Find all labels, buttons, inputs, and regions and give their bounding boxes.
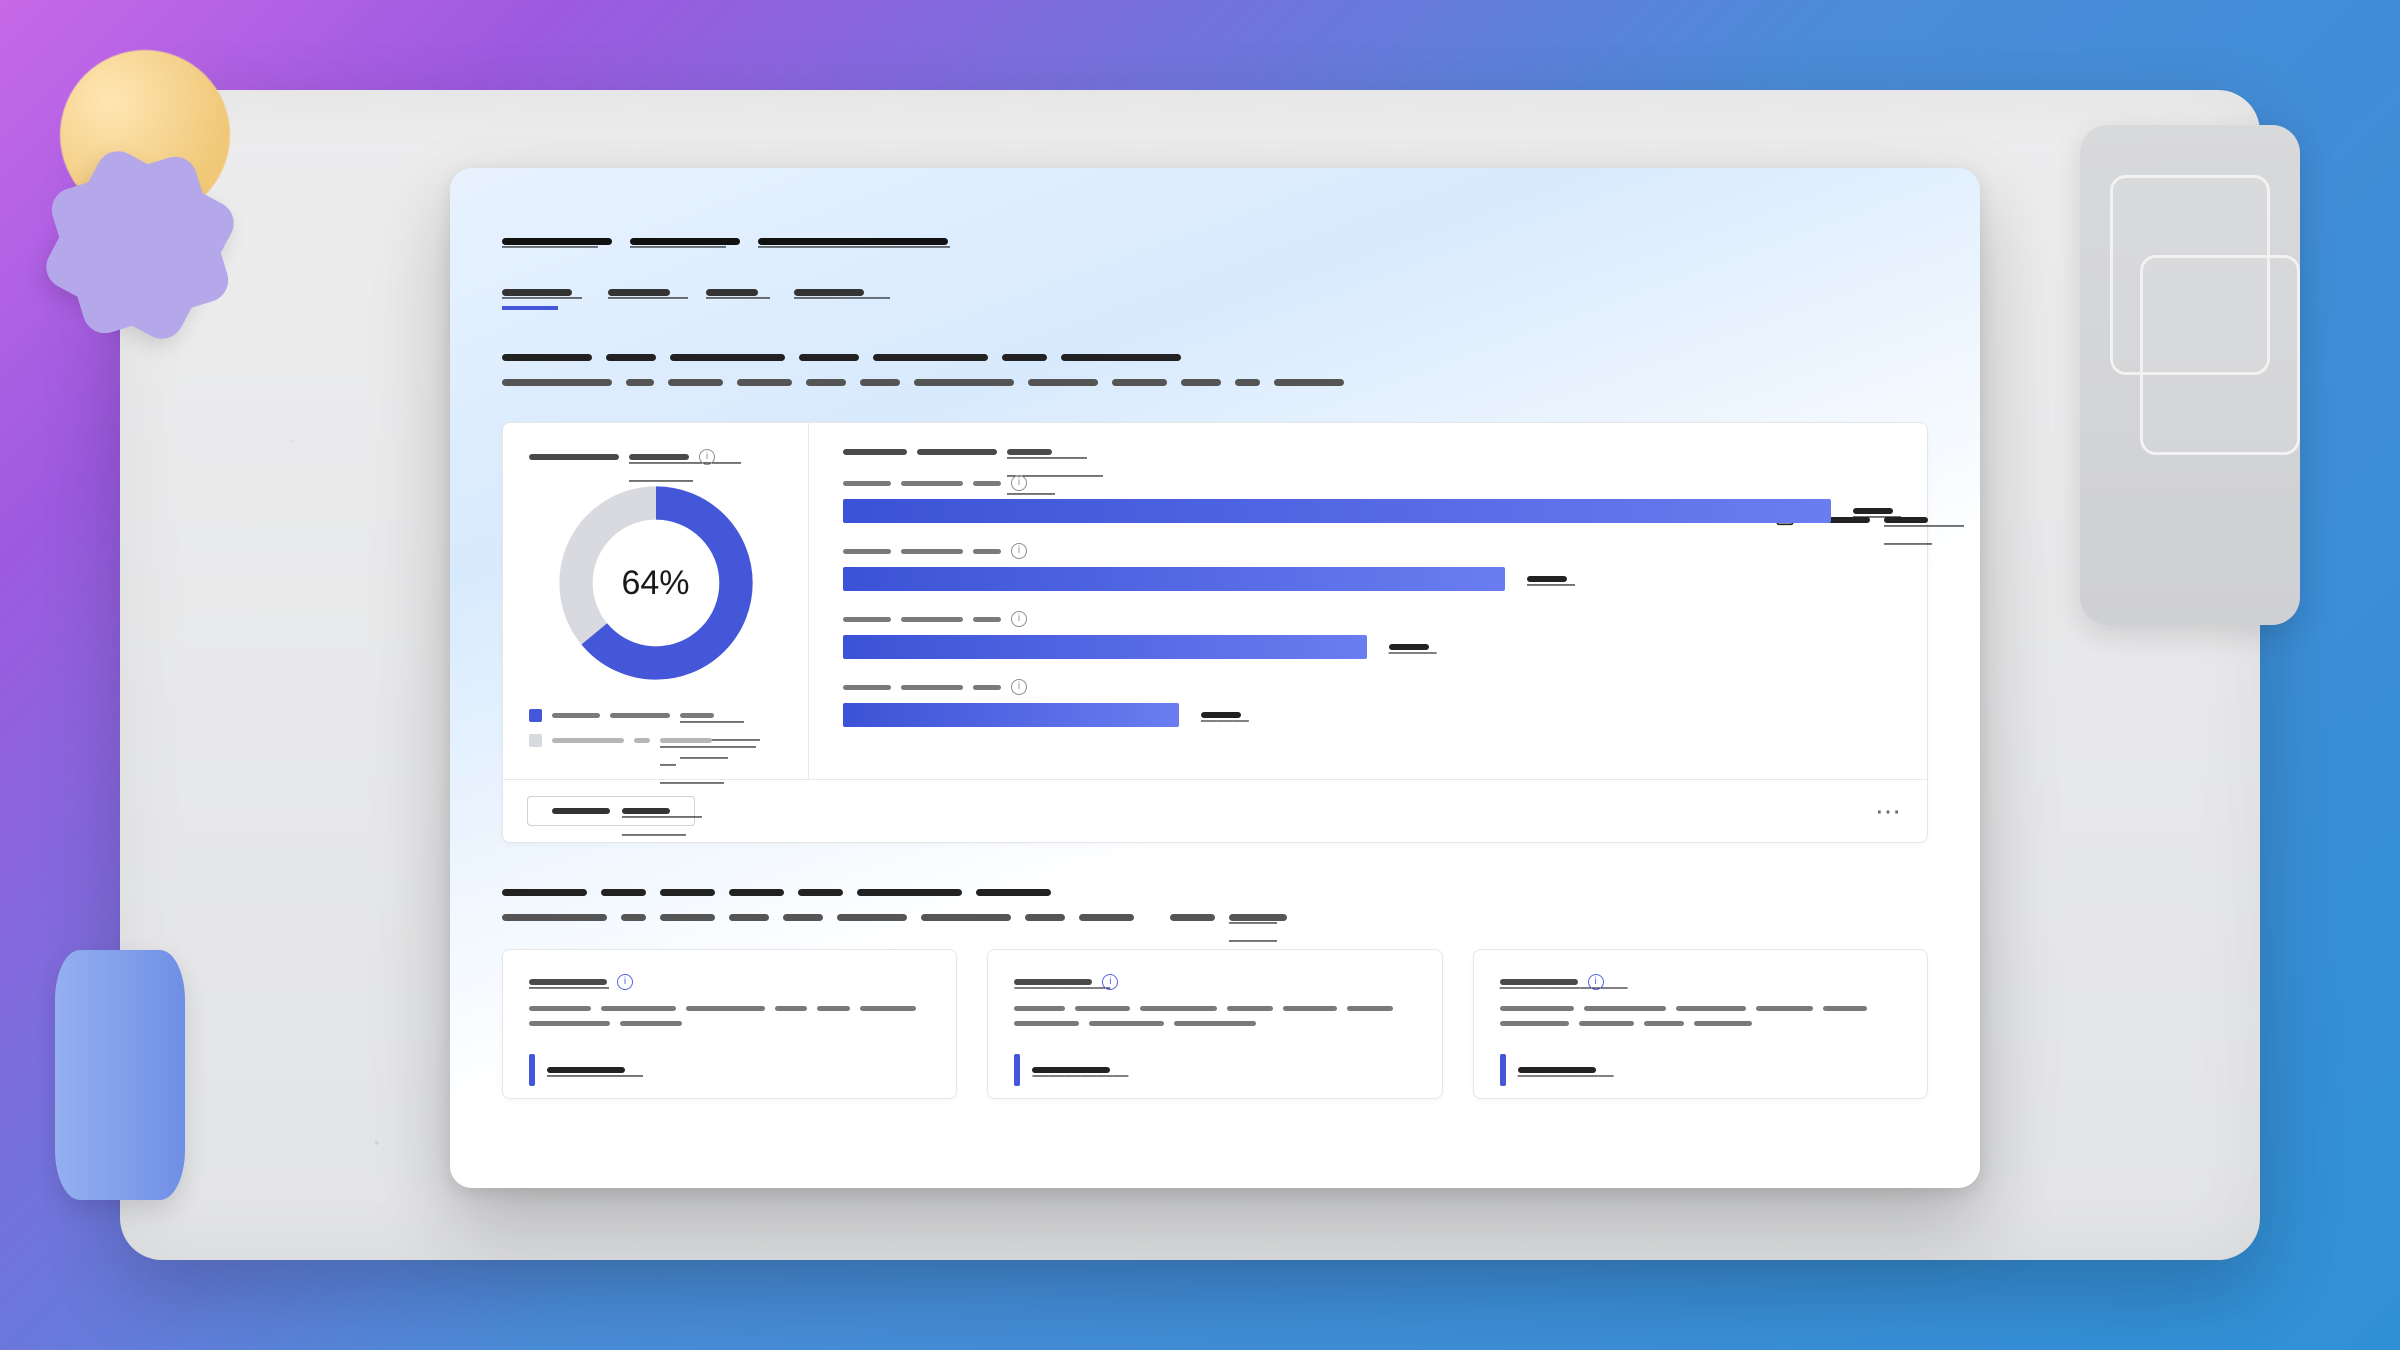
donut-chart: 64% bbox=[556, 483, 756, 683]
info-icon[interactable]: i bbox=[1011, 679, 1027, 695]
metric-title: —————— bbox=[1014, 979, 1092, 985]
metric-card[interactable]: ———————— i —————— bbox=[1473, 949, 1928, 1099]
tab-2[interactable]: ————— bbox=[608, 289, 670, 296]
lower-section: ——— ——— —————i————————————i—————————————… bbox=[502, 889, 1928, 1099]
metric-card[interactable]: ————— i —————— bbox=[502, 949, 957, 1099]
bar-item: i ——— bbox=[843, 543, 1893, 591]
info-icon[interactable]: i bbox=[617, 974, 633, 990]
metric-desc bbox=[529, 1006, 930, 1026]
metric-title: ————— bbox=[529, 979, 607, 985]
info-icon[interactable]: i bbox=[1102, 974, 1118, 990]
metric-stat: —————— bbox=[1014, 1054, 1415, 1086]
info-icon[interactable]: i bbox=[1011, 543, 1027, 559]
section-heading bbox=[502, 354, 1928, 386]
lower-heading bbox=[502, 889, 1928, 896]
donut-title-a bbox=[529, 454, 619, 460]
breadcrumb-seg[interactable]: ———————————— bbox=[758, 238, 948, 245]
bar-fill bbox=[843, 567, 1505, 591]
tab-3[interactable]: ———— bbox=[706, 289, 758, 296]
metric-desc bbox=[1500, 1006, 1901, 1026]
bar-value: ——— bbox=[1389, 644, 1429, 650]
metric-accent-bar bbox=[529, 1054, 535, 1086]
donut-card: ——————— ———— i 64% bbox=[503, 423, 809, 779]
donut-legend: ———— ————— ——— —————— — ———— bbox=[529, 709, 782, 747]
metric-accent-bar bbox=[1014, 1054, 1020, 1086]
info-icon[interactable]: i bbox=[1588, 974, 1604, 990]
metric-desc bbox=[1014, 1006, 1415, 1026]
bars-card: ————— —————— ——— i———i———i———i——— bbox=[809, 423, 1927, 779]
metric-title: ———————— bbox=[1500, 979, 1578, 985]
bar-value: ——— bbox=[1527, 576, 1567, 582]
thumbnail-stack bbox=[2080, 125, 2300, 625]
desktop-surface: —————— —————— ———————————— ————— ————— —… bbox=[120, 90, 2260, 1260]
tab-overview[interactable]: ————— bbox=[502, 289, 572, 296]
bar-value: ——— bbox=[1201, 712, 1241, 718]
legend-swatch bbox=[529, 734, 542, 747]
bar-item: i——— bbox=[843, 475, 1893, 523]
donut-title-b: ——————— ———— bbox=[629, 454, 689, 460]
adoption-panel: ——————— ———— i 64% bbox=[502, 422, 1928, 843]
app-window: —————— —————— ———————————— ————— ————— —… bbox=[450, 168, 1980, 1188]
bar-item: i ——— bbox=[843, 611, 1893, 659]
decor-cylinder bbox=[55, 950, 185, 1200]
metric-stat: —————— bbox=[529, 1054, 930, 1086]
bar-fill bbox=[843, 499, 1831, 523]
view-details-button[interactable]: ————— ———— bbox=[527, 796, 695, 826]
bars-title: ————— —————— ——— bbox=[1007, 449, 1052, 455]
tab-4[interactable]: —————— bbox=[794, 289, 864, 296]
bar-fill bbox=[843, 703, 1179, 727]
lower-link[interactable]: ——— ——— bbox=[1229, 914, 1287, 921]
date-value: ————— ——— bbox=[1884, 517, 1928, 523]
donut-percent-label: 64% bbox=[556, 483, 756, 683]
lower-subheading: ——— ——— bbox=[502, 914, 1928, 921]
info-icon[interactable]: i bbox=[1011, 475, 1027, 491]
bar-fill bbox=[843, 635, 1367, 659]
metric-card[interactable]: —————— i —————— bbox=[987, 949, 1442, 1099]
legend-item: ———— ————— ——— bbox=[529, 709, 782, 722]
metric-accent-bar bbox=[1500, 1054, 1506, 1086]
metric-stat: —————— bbox=[1500, 1054, 1901, 1086]
breadcrumb-seg[interactable]: —————— bbox=[630, 238, 740, 245]
bar-item: i ——— bbox=[843, 679, 1893, 727]
info-icon[interactable]: i bbox=[1011, 611, 1027, 627]
breadcrumb: —————— —————— ———————————— bbox=[502, 238, 1928, 245]
lower-link[interactable] bbox=[1170, 914, 1215, 921]
tab-strip: ————— ————— ———— —————— bbox=[502, 289, 1928, 296]
legend-swatch bbox=[529, 709, 542, 722]
metric-cards-row: —————i————————————i——————————————i—————— bbox=[502, 949, 1928, 1099]
info-icon[interactable]: i bbox=[699, 449, 715, 465]
thumb-b bbox=[2140, 255, 2300, 455]
panel-footer: ————— ———— ⋯ bbox=[503, 779, 1927, 842]
breadcrumb-seg[interactable]: —————— bbox=[502, 238, 612, 245]
